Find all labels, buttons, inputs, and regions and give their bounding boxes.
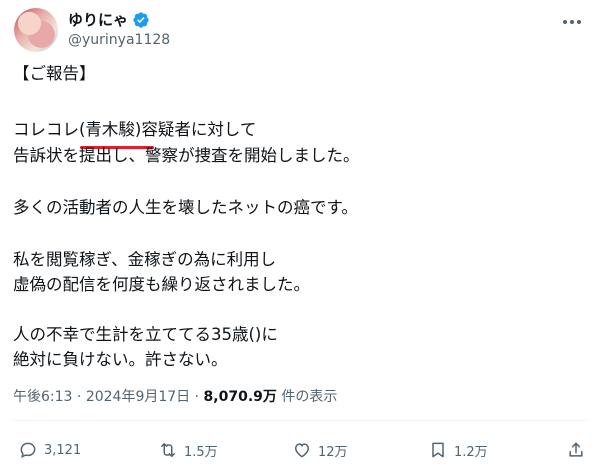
bookmark-count: 1.2万 (454, 444, 488, 460)
tweet-date[interactable]: 2024年9月17日 (86, 389, 190, 405)
avatar[interactable] (14, 8, 58, 52)
like-count: 12万 (318, 444, 348, 460)
share-button[interactable] (566, 440, 586, 460)
view-count-label: 件の表示 (281, 389, 338, 405)
divider (13, 420, 587, 421)
tweet-time[interactable]: 午後6:13 (13, 389, 72, 405)
tweet-line-1: 【ご報告】 (13, 64, 96, 83)
tweet-line-7: 人の不幸で生計を立ててる35歳()に (13, 325, 278, 344)
repost-button[interactable]: 1.5万 (158, 440, 218, 460)
more-icon[interactable] (558, 12, 586, 32)
view-count: 8,070.9万 (203, 389, 277, 405)
tweet-line-4: 多くの活動者の人生を壊したネットの癌です。 (13, 198, 358, 217)
tweet-meta: 午後6:13 · 2024年9月17日 · 8,070.9万 件の表示 (13, 389, 338, 405)
tweet-line-3: 告訴状を提出し、警察が捜査を開始しました。 (13, 146, 360, 165)
tweet-line-5: 私を閲覧稼ぎ、金稼ぎの為に利用し (13, 250, 277, 269)
share-icon (569, 442, 583, 457)
repost-count: 1.5万 (184, 444, 218, 460)
bookmark-button[interactable]: 1.2万 (428, 440, 488, 460)
reply-icon (20, 442, 36, 458)
like-button[interactable]: 12万 (292, 440, 348, 460)
reply-count: 3,121 (44, 442, 82, 458)
verified-badge-icon (133, 12, 149, 28)
display-name[interactable]: ゆりにゃ (68, 10, 128, 30)
author-name-row[interactable]: ゆりにゃ (68, 10, 150, 30)
tweet-line-2: コレコレ(青木駿)容疑者に対して (13, 120, 257, 139)
bookmark-icon (432, 442, 444, 458)
tweet-line-6: 虚偽の配信を何度も繰り返されました。 (13, 275, 310, 294)
like-icon (294, 443, 310, 458)
reply-button[interactable]: 3,121 (18, 440, 81, 460)
repost-icon (161, 443, 175, 457)
author-handle[interactable]: @yurinya1128 (68, 31, 170, 49)
tweet-line-8: 絶対に負けない。許さない。 (13, 350, 228, 369)
